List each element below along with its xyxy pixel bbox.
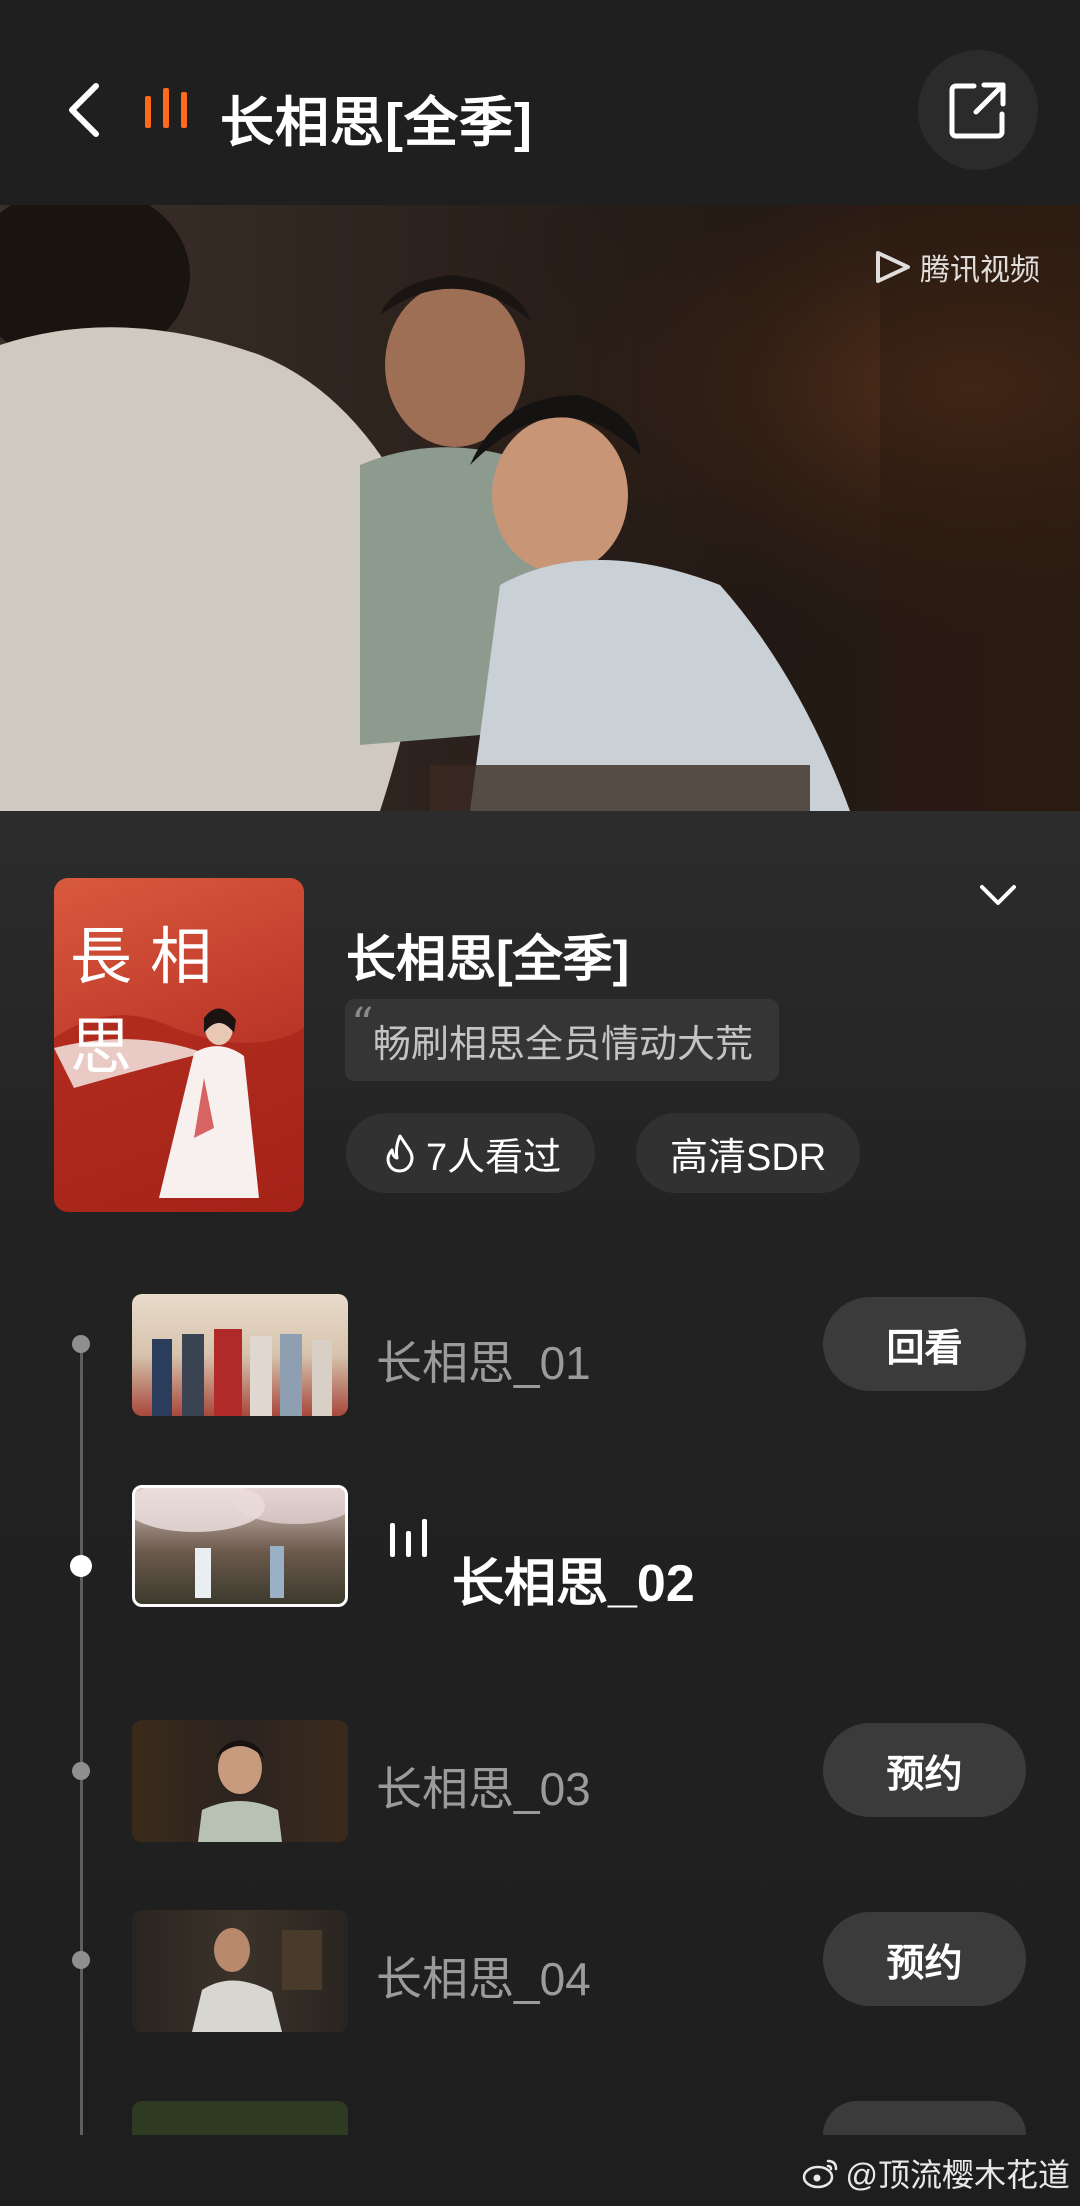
weibo-icon [802, 2159, 837, 2189]
views-chip: 7人看过 [346, 1113, 596, 1193]
episode-timeline [80, 1345, 83, 2135]
episode-thumbnail-art [135, 1488, 345, 1598]
episode-thumbnail-partial[interactable] [132, 2101, 348, 2135]
timeline-dot-active [70, 1555, 92, 1577]
reserve-button[interactable]: 预约 [823, 1912, 1026, 2006]
weibo-handle: @顶流樱木花道 [845, 2157, 1071, 2193]
tagline-text: 畅刷相思全员情动大荒 [373, 1023, 754, 1066]
episode-thumbnail-art [152, 1329, 332, 1416]
tagline-box: “ 畅刷相思全员情动大荒 [345, 999, 780, 1081]
episode-thumbnail[interactable] [132, 1720, 348, 1842]
flame-icon [386, 1134, 414, 1173]
timeline-dot [72, 1951, 90, 1969]
show-info-panel: 長相思 长相思[全季] “ 畅刷相思全员情动大荒 7人看过 高清SDR 长相思_… [0, 811, 1080, 2206]
episode-thumbnail-art [198, 1740, 282, 1842]
views-text: 7人看过 [426, 1136, 562, 1179]
quality-text: 高清SDR [670, 1136, 827, 1179]
watermark: 腾讯视频 [874, 245, 1040, 289]
reserve-button[interactable]: 预约 [823, 1723, 1026, 1817]
episode-button-partial[interactable] [823, 2101, 1026, 2135]
video-player[interactable]: 腾讯视频 [0, 205, 1080, 811]
chevron-left-icon[interactable] [60, 78, 112, 142]
episode-title[interactable]: 长相思_03 [376, 1753, 591, 1819]
weibo-watermark: @顶流樱木花道 [802, 2150, 1071, 2196]
show-title: 长相思[全季] [346, 931, 630, 987]
page-title: 长相思[全季] [220, 93, 533, 153]
poster-title: 長相思 [70, 920, 231, 1083]
playing-bars-icon [145, 88, 187, 128]
video-frame [0, 205, 1080, 811]
quote-mark-icon: “ [351, 999, 374, 1050]
quality-chip[interactable]: 高清SDR [636, 1113, 861, 1193]
episode-title[interactable]: 长相思_04 [376, 1943, 591, 2009]
watermark-text: 腾讯视频 [920, 254, 1040, 287]
share-button[interactable] [918, 50, 1038, 170]
episode-thumbnail-art [192, 1928, 322, 2032]
timeline-dot [72, 1762, 90, 1780]
episode-thumbnail-current[interactable] [132, 1485, 348, 1607]
show-poster[interactable]: 長相思 [54, 878, 304, 1212]
chevron-down-icon[interactable] [976, 879, 1020, 909]
episode-title[interactable]: 长相思_01 [376, 1327, 591, 1393]
top-bar: 长相思[全季] [0, 0, 1080, 205]
episode-thumbnail[interactable] [132, 1294, 348, 1416]
timeline-dot [72, 1335, 90, 1353]
replay-button[interactable]: 回看 [823, 1297, 1026, 1391]
playing-bars-icon [390, 1519, 427, 1557]
share-external-icon [949, 82, 1006, 139]
episode-thumbnail[interactable] [132, 1910, 348, 2032]
episode-title-current[interactable]: 长相思_02 [452, 1541, 695, 1616]
tencent-video-icon [876, 251, 910, 283]
